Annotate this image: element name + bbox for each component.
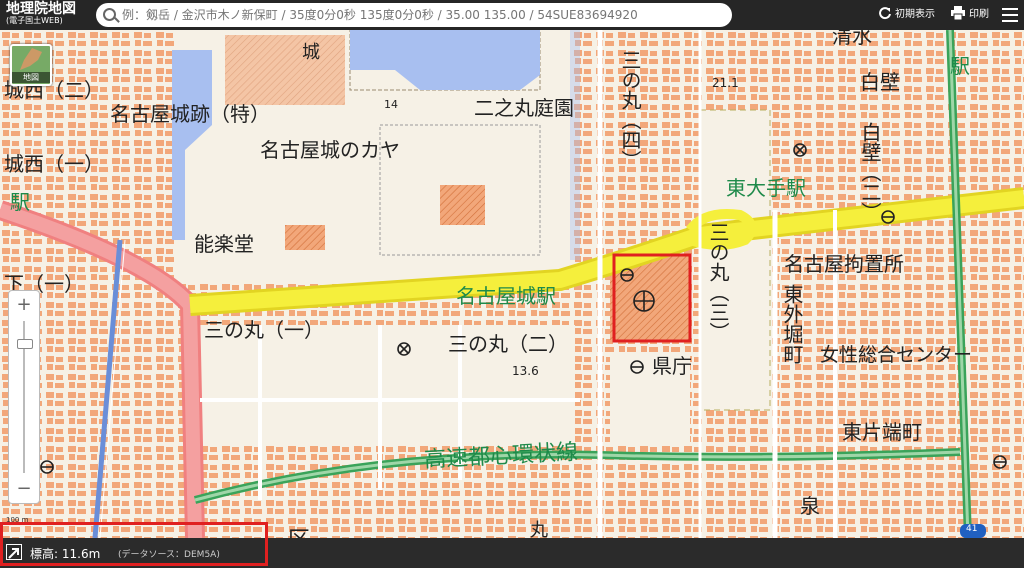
logo-subtitle: (電子国土WEB)	[6, 16, 63, 25]
label-sannomaru-2: 三の丸（二）	[448, 332, 568, 356]
header-bar: 地理院地図 (電子国土WEB) 初期表示 印刷	[0, 0, 1024, 30]
search-icon	[103, 8, 116, 21]
map-layer-button[interactable]: 地図	[10, 44, 52, 86]
label-eki-right: 駅	[950, 54, 970, 78]
label-ku: 区	[288, 522, 310, 538]
route-marker-41: 41	[966, 524, 978, 534]
label-shirakabe-2: 白壁（二）	[858, 122, 882, 222]
label-shiro-nishi-1: 城西（一）	[4, 152, 104, 176]
label-ninomaru-teien: 二之丸庭園	[474, 96, 574, 120]
label-eki-left: 駅	[10, 190, 30, 214]
label-sannomaru-4: 三の丸（四）	[618, 50, 642, 170]
label-higashi-sotobori: 東外堀町	[780, 284, 804, 364]
label-nogakudo: 能楽堂	[194, 232, 254, 256]
label-nagoya-kochisho: 名古屋拘置所	[784, 252, 904, 276]
print-label: 印刷	[969, 9, 989, 20]
zoom-slider-handle[interactable]	[17, 339, 33, 349]
hamburger-menu-icon[interactable]	[1002, 8, 1018, 22]
label-shirakabe: 白壁	[860, 70, 900, 94]
label-sannomaru-1: 三の丸（一）	[204, 318, 324, 342]
japan-map-icon	[20, 48, 42, 70]
label-josei-center: 女性総合センター	[820, 344, 973, 366]
label-higashi-ote-eki: 東大手駅	[726, 176, 806, 200]
print-button[interactable]: 印刷	[950, 5, 989, 20]
label-nagoyajo-ato: 名古屋城跡（特）	[110, 102, 270, 126]
label-sannomaru-3: 三の丸（三）	[706, 222, 730, 342]
highlight-box-footer	[0, 522, 268, 566]
label-nagoyajo-eki: 名古屋城駅	[456, 284, 556, 308]
zoom-out-button[interactable]: −	[9, 477, 39, 501]
label-elev-13-6: 13.6	[512, 364, 539, 378]
printer-icon	[951, 5, 965, 20]
search-box[interactable]	[96, 3, 732, 27]
logo-title: 地理院地図	[6, 1, 76, 17]
layer-label: 地図	[12, 72, 50, 83]
label-kencho: 県庁	[652, 354, 692, 378]
search-input[interactable]	[120, 3, 724, 27]
label-elev-21-1: 21.1	[712, 76, 739, 90]
zoom-control: + −	[8, 290, 40, 504]
label-izumi: 泉	[800, 494, 820, 518]
reset-label: 初期表示	[895, 9, 935, 20]
label-shiro: 城	[302, 42, 320, 63]
label-maru: 丸	[530, 520, 548, 538]
label-elev-14: 14	[384, 98, 398, 111]
reset-view-button[interactable]: 初期表示	[878, 5, 935, 20]
label-nagoyajo-kaya: 名古屋城のカヤ	[260, 138, 400, 162]
label-higashi-katahashi: 東片端町	[842, 420, 922, 444]
map-canvas[interactable]: 城 城西（二） 名古屋城跡（特） 14 二之丸庭園 名古屋城のカヤ 城西（一） …	[0, 30, 1024, 538]
label-shimizu: 清水	[832, 30, 872, 48]
zoom-in-button[interactable]: +	[9, 293, 39, 317]
app-logo[interactable]: 地理院地図 (電子国土WEB)	[6, 2, 76, 25]
refresh-icon	[879, 6, 891, 19]
